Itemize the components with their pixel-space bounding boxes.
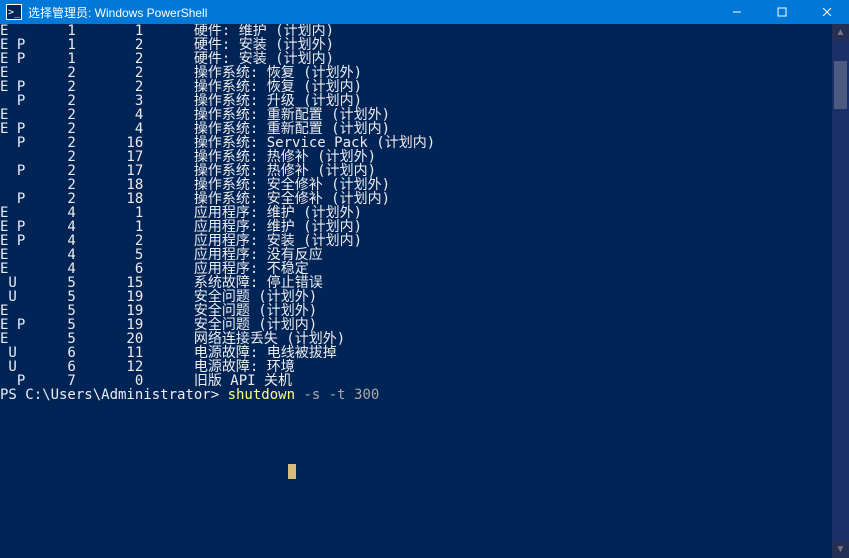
output-row: E 4 1 应用程序: 维护 (计划外)	[0, 206, 832, 220]
powershell-icon: >_	[6, 4, 22, 20]
output-row: P 2 16 操作系统: Service Pack (计划内)	[0, 136, 832, 150]
minimize-button[interactable]	[714, 0, 759, 24]
terminal-area: E 1 1 硬件: 维护 (计划内)E P 1 2 硬件: 安装 (计划外)E …	[0, 24, 849, 558]
output-row: E P 1 2 硬件: 安装 (计划内)	[0, 52, 832, 66]
output-row: E 2 2 操作系统: 恢复 (计划外)	[0, 66, 832, 80]
output-row: E 5 20 网络连接丢失 (计划外)	[0, 332, 832, 346]
scroll-track[interactable]	[832, 41, 849, 541]
output-row: E 4 5 应用程序: 没有反应	[0, 248, 832, 262]
titlebar[interactable]: >_ 选择管理员: Windows PowerShell	[0, 0, 849, 24]
minimize-icon	[732, 7, 742, 17]
window-controls	[714, 0, 849, 24]
output-row: E 2 4 操作系统: 重新配置 (计划外)	[0, 108, 832, 122]
terminal-cursor	[288, 464, 296, 479]
maximize-icon	[777, 7, 787, 17]
command: shutdown	[228, 387, 295, 403]
maximize-button[interactable]	[759, 0, 804, 24]
output-row: E P 2 4 操作系统: 重新配置 (计划内)	[0, 122, 832, 136]
output-row: U 5 15 系统故障: 停止错误	[0, 276, 832, 290]
titlebar-left: >_ 选择管理员: Windows PowerShell	[0, 4, 207, 21]
output-row: P 7 0 旧版 API 关机	[0, 374, 832, 388]
output-row: E P 2 2 操作系统: 恢复 (计划内)	[0, 80, 832, 94]
close-icon	[822, 7, 832, 17]
scroll-down-icon[interactable]: ▼	[832, 541, 849, 558]
prompt: PS C:\Users\Administrator>	[0, 387, 228, 403]
scroll-thumb[interactable]	[834, 61, 847, 109]
output-row: E 4 6 应用程序: 不稳定	[0, 262, 832, 276]
scrollbar[interactable]: ▲ ▼	[832, 24, 849, 558]
output-row: E P 1 2 硬件: 安装 (计划外)	[0, 38, 832, 52]
terminal-output[interactable]: E 1 1 硬件: 维护 (计划内)E P 1 2 硬件: 安装 (计划外)E …	[0, 24, 832, 558]
scroll-up-icon[interactable]: ▲	[832, 24, 849, 41]
window-title: 选择管理员: Windows PowerShell	[28, 4, 207, 21]
output-row: U 5 19 安全问题 (计划外)	[0, 290, 832, 304]
output-row: E P 4 1 应用程序: 维护 (计划内)	[0, 220, 832, 234]
output-row: P 2 3 操作系统: 升级 (计划内)	[0, 94, 832, 108]
output-row: P 2 17 操作系统: 热修补 (计划内)	[0, 164, 832, 178]
output-row: E P 4 2 应用程序: 安装 (计划内)	[0, 234, 832, 248]
output-row: E 1 1 硬件: 维护 (计划内)	[0, 24, 832, 38]
output-row: P 2 18 操作系统: 安全修补 (计划内)	[0, 192, 832, 206]
output-row: 2 18 操作系统: 安全修补 (计划外)	[0, 178, 832, 192]
output-row: E 5 19 安全问题 (计划外)	[0, 304, 832, 318]
output-row: U 6 11 电源故障: 电线被拔掉	[0, 346, 832, 360]
output-row: E P 5 19 安全问题 (计划内)	[0, 318, 832, 332]
output-row: 2 17 操作系统: 热修补 (计划外)	[0, 150, 832, 164]
command-options: -s -t 300	[295, 387, 379, 403]
close-button[interactable]	[804, 0, 849, 24]
output-row: U 6 12 电源故障: 环境	[0, 360, 832, 374]
prompt-line: PS C:\Users\Administrator> shutdown -s -…	[0, 388, 832, 402]
powershell-window: >_ 选择管理员: Windows PowerShell E 1 1 硬件: 维…	[0, 0, 849, 558]
